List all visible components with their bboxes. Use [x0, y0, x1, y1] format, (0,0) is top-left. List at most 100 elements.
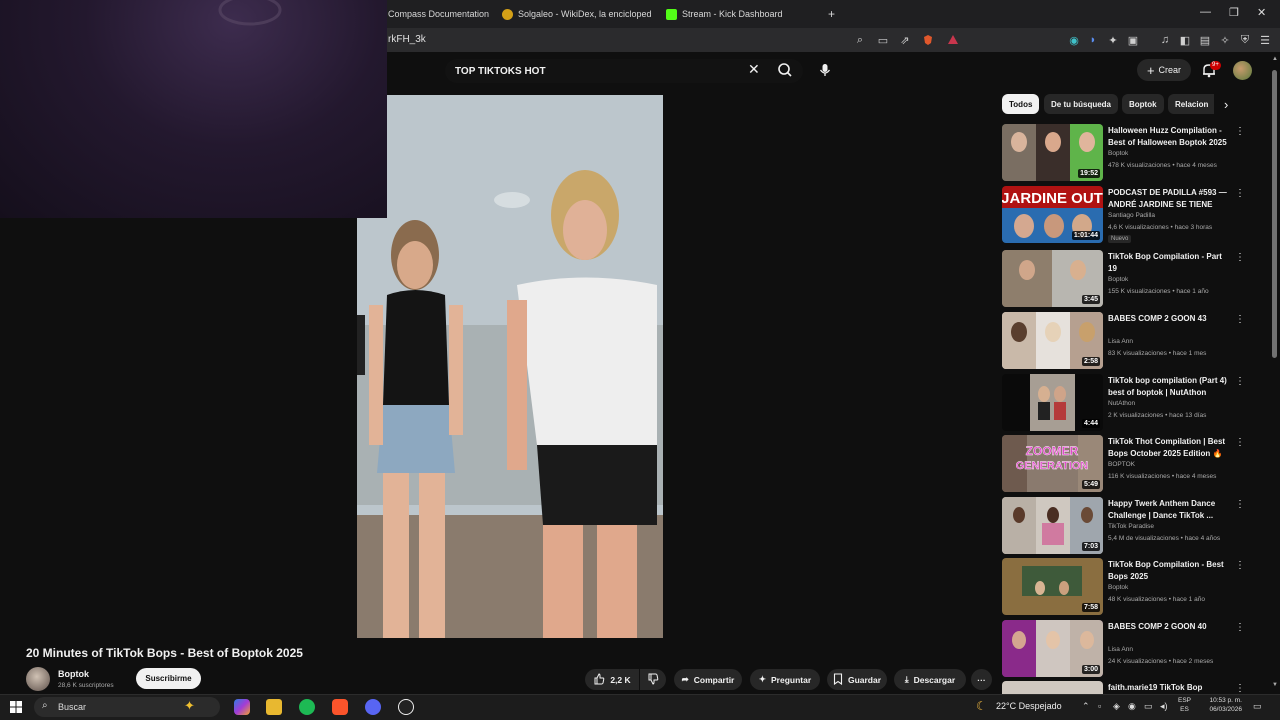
network-icon[interactable]: ▭ — [1144, 701, 1153, 712]
wallet-icon[interactable]: ▤ — [1198, 33, 1212, 47]
extension-icon[interactable]: ◗ — [1086, 33, 1100, 47]
taskbar-search[interactable]: ⌕ Buscar ✦ — [34, 697, 220, 717]
url-field[interactable]: rkFH_3k — [388, 34, 426, 45]
channel-name[interactable]: TikTok Paradise — [1108, 523, 1154, 530]
puzzle-icon[interactable]: ✦ — [1106, 33, 1120, 47]
channel-name[interactable]: Boptok — [1108, 150, 1128, 157]
screen-icon[interactable]: ▭ — [876, 33, 890, 47]
scroll-up-icon[interactable]: ▲ — [1272, 56, 1278, 62]
tab-compass[interactable]: Compass Documentation — [388, 4, 493, 24]
sidebar-icon[interactable]: ◧ — [1178, 33, 1192, 47]
video-player[interactable] — [357, 95, 663, 638]
video-thumbnail[interactable]: 4:44 — [1002, 374, 1103, 431]
list-item[interactable]: ZOOMER GENERATION 5:49 TikTok Thot Compil… — [1002, 435, 1245, 493]
list-item[interactable]: 3:45 TikTok Bop Compilation - Part 19 Bo… — [1002, 250, 1245, 308]
video-thumbnail[interactable]: 2:58 — [1002, 312, 1103, 369]
video-title[interactable]: PODCAST DE PADILLA #593 — ANDRÉ JARDINE … — [1108, 187, 1230, 211]
more-vert-icon[interactable]: ⋮ — [1235, 437, 1245, 448]
more-vert-icon[interactable]: ⋮ — [1235, 499, 1245, 510]
video-thumbnail[interactable]: JARDINE OUT 1:01:44 — [1002, 186, 1103, 243]
menu-icon[interactable]: ☰ — [1258, 33, 1272, 47]
volume-icon[interactable]: ◂) — [1160, 701, 1168, 712]
brave-shield-icon[interactable] — [921, 33, 935, 47]
video-thumbnail[interactable]: 3:45 — [1002, 250, 1103, 307]
tray-icon[interactable]: ◉ — [1128, 701, 1136, 712]
more-vert-icon[interactable]: ⋮ — [1235, 314, 1245, 325]
chip-de-tu-busqueda[interactable]: De tu búsqueda — [1044, 94, 1119, 114]
channel-name[interactable]: NutAthon — [1108, 400, 1135, 407]
video-title[interactable]: TikTok bop compilation (Part 4) best of … — [1108, 375, 1230, 399]
music-icon[interactable]: ♫ — [1158, 33, 1172, 47]
more-vert-icon[interactable]: ⋮ — [1235, 560, 1245, 571]
tab-kick[interactable]: Stream - Kick Dashboard — [666, 4, 806, 24]
video-thumbnail[interactable]: 19:52 — [1002, 124, 1103, 181]
video-title[interactable]: TikTok Thot Compilation | Best Bops Octo… — [1108, 436, 1230, 460]
chip-todos[interactable]: Todos — [1002, 94, 1040, 114]
video-title[interactable]: Halloween Huzz Compilation - Best of Hal… — [1108, 125, 1230, 149]
list-item[interactable]: 2:58 BABES COMP 2 GOON 43 Lisa Ann 83 K … — [1002, 312, 1245, 370]
scrollbar-thumb[interactable] — [1272, 70, 1277, 358]
tray-icon[interactable]: ▫ — [1098, 701, 1101, 711]
weather-text[interactable]: 22°C Despejado — [996, 701, 1062, 711]
more-vert-icon[interactable]: ⋮ — [1235, 188, 1245, 199]
discord-icon[interactable] — [365, 699, 381, 715]
spotify-icon[interactable] — [299, 699, 315, 715]
video-title[interactable]: faith.marie19 TikTok Bop — [1108, 682, 1230, 694]
like-button[interactable]: 2,2 K — [585, 669, 639, 690]
obs-icon[interactable] — [398, 699, 414, 715]
video-thumbnail[interactable] — [1002, 681, 1103, 694]
clear-search-icon[interactable]: ✕ — [748, 61, 760, 78]
share-button[interactable]: ➦ Compartir — [674, 669, 742, 690]
new-tab-button[interactable]: + — [828, 4, 835, 24]
list-item[interactable]: faith.marie19 TikTok Bop ⋮ — [1002, 681, 1242, 694]
file-explorer-icon[interactable] — [266, 699, 282, 715]
vpn-icon[interactable]: ⛨ — [1238, 33, 1252, 47]
clock[interactable]: 10:53 p. m. 06/03/2026 — [1200, 696, 1242, 714]
dislike-button[interactable] — [640, 669, 666, 690]
microphone-icon[interactable] — [814, 59, 836, 81]
more-vert-icon[interactable]: ⋮ — [1235, 252, 1245, 263]
video-title[interactable]: TikTok Bop Compilation - Best Bops 2025 — [1108, 559, 1230, 583]
tab-wikidex[interactable]: Solgaleo - WikiDex, la enciclopedia P — [502, 4, 652, 24]
video-title[interactable]: BABES COMP 2 GOON 43 — [1108, 313, 1230, 325]
list-item[interactable]: 3:00 BABES COMP 2 GOON 40 Lisa Ann 24 K … — [1002, 620, 1245, 678]
zoom-icon[interactable]: ⌕ — [853, 33, 867, 47]
list-item[interactable]: 7:58 TikTok Bop Compilation - Best Bops … — [1002, 558, 1245, 616]
create-button[interactable]: + Crear — [1137, 59, 1191, 81]
language-indicator[interactable]: ESP ES — [1178, 696, 1191, 714]
search-icon[interactable] — [773, 59, 797, 81]
maximize-button[interactable]: ❐ — [1229, 6, 1239, 19]
more-vert-icon[interactable]: ⋮ — [1235, 376, 1245, 387]
notification-center-icon[interactable]: ▭ — [1253, 701, 1262, 712]
brave-icon[interactable] — [332, 699, 348, 715]
list-item[interactable]: 19:52 Halloween Huzz Compilation - Best … — [1002, 124, 1245, 182]
chip-boptok[interactable]: Boptok — [1122, 94, 1164, 114]
download-button[interactable]: ⤓ Descargar — [894, 669, 966, 690]
close-window-button[interactable]: ✕ — [1257, 6, 1266, 19]
video-thumbnail[interactable]: 7:03 — [1002, 497, 1103, 554]
more-vert-icon[interactable]: ⋮ — [1235, 622, 1245, 633]
rewards-icon[interactable] — [946, 33, 960, 47]
more-vert-icon[interactable]: ⋮ — [1235, 683, 1242, 694]
list-item[interactable]: JARDINE OUT 1:01:44 PODCAST DE PADILLA #… — [1002, 186, 1245, 244]
minimize-button[interactable]: — — [1200, 6, 1211, 18]
video-title[interactable]: TikTok Bop Compilation - Part 19 — [1108, 251, 1230, 275]
windows-start-icon[interactable] — [10, 700, 22, 718]
channel-name[interactable]: Boptok — [58, 669, 89, 679]
video-title[interactable]: BABES COMP 2 GOON 40 — [1108, 621, 1230, 633]
video-title[interactable]: Happy Twerk Anthem Dance Challenge | Dan… — [1108, 498, 1230, 522]
copilot-icon[interactable] — [234, 699, 250, 715]
channel-name[interactable]: Lisa Ann — [1108, 338, 1133, 345]
subscribe-button[interactable]: Suscribirme — [136, 668, 201, 689]
tray-icon[interactable]: ◈ — [1113, 701, 1120, 712]
video-thumbnail[interactable]: 7:58 — [1002, 558, 1103, 615]
more-actions-button[interactable]: ··· — [971, 669, 992, 690]
video-thumbnail[interactable]: 3:00 — [1002, 620, 1103, 677]
scroll-down-icon[interactable]: ▼ — [1272, 682, 1278, 688]
avatar[interactable] — [1233, 61, 1252, 80]
share-icon[interactable]: ⇗ — [898, 33, 912, 47]
channel-name[interactable]: Boptok — [1108, 276, 1128, 283]
chevron-right-icon[interactable]: › — [1224, 97, 1228, 112]
channel-name[interactable]: Lisa Ann — [1108, 646, 1133, 653]
list-item[interactable]: 7:03 Happy Twerk Anthem Dance Challenge … — [1002, 497, 1245, 555]
